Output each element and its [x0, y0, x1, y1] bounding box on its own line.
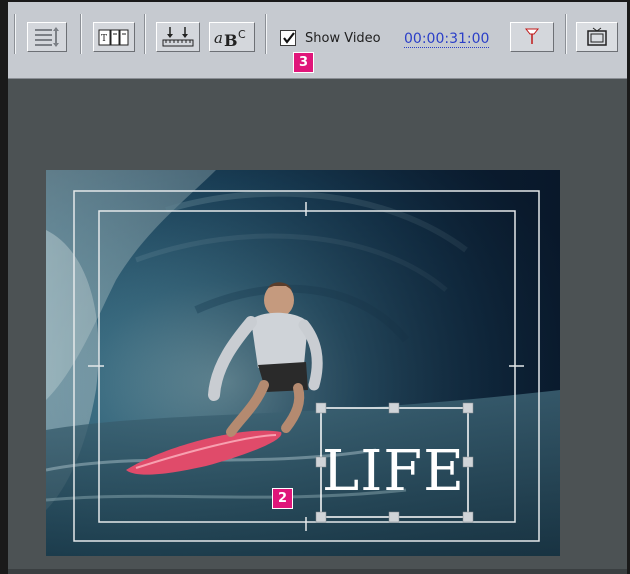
svg-text:T: T — [101, 34, 107, 44]
callout-badge-3: 3 — [293, 52, 314, 73]
timecode-field[interactable]: 00:00:31:00 — [404, 31, 490, 48]
insert-text-icon: T — [98, 27, 130, 47]
marker-button[interactable] — [510, 22, 554, 52]
svg-text:C: C — [238, 28, 246, 41]
toolbar-lower-strip — [8, 68, 627, 79]
list-view-button[interactable] — [27, 22, 67, 52]
toolbar-separator — [565, 14, 567, 54]
baseline-align-icon — [161, 26, 195, 48]
toolbar-separator — [144, 14, 146, 54]
toolbar-separator — [265, 14, 267, 54]
text-style-button[interactable]: a B C — [209, 22, 255, 52]
list-view-icon — [34, 27, 60, 47]
safe-area-button[interactable] — [576, 22, 618, 52]
title-designer-window: T a B C Show Video 00:00:31:00 3 LIFE 2 — [0, 0, 630, 574]
checkmark-icon — [283, 32, 295, 44]
surfer-wave-image — [46, 170, 560, 556]
baseline-button[interactable] — [156, 22, 200, 52]
callout-badge-2: 2 — [272, 488, 293, 509]
toolbar-separator — [80, 14, 82, 54]
show-video-label[interactable]: Show Video — [305, 31, 381, 46]
title-text-object[interactable]: LIFE — [322, 444, 465, 500]
video-preview — [46, 170, 560, 556]
workspace-bottom-edge — [8, 569, 627, 574]
marker-flag-icon — [524, 27, 540, 47]
tv-safe-area-icon — [586, 27, 608, 47]
toolbar-separator — [14, 14, 16, 54]
svg-text:B: B — [224, 31, 238, 48]
insert-text-button[interactable]: T — [93, 22, 135, 52]
show-video-checkbox[interactable] — [280, 30, 296, 46]
window-left-border — [0, 0, 8, 574]
text-style-icon: a B C — [213, 26, 251, 48]
svg-text:a: a — [214, 29, 223, 47]
